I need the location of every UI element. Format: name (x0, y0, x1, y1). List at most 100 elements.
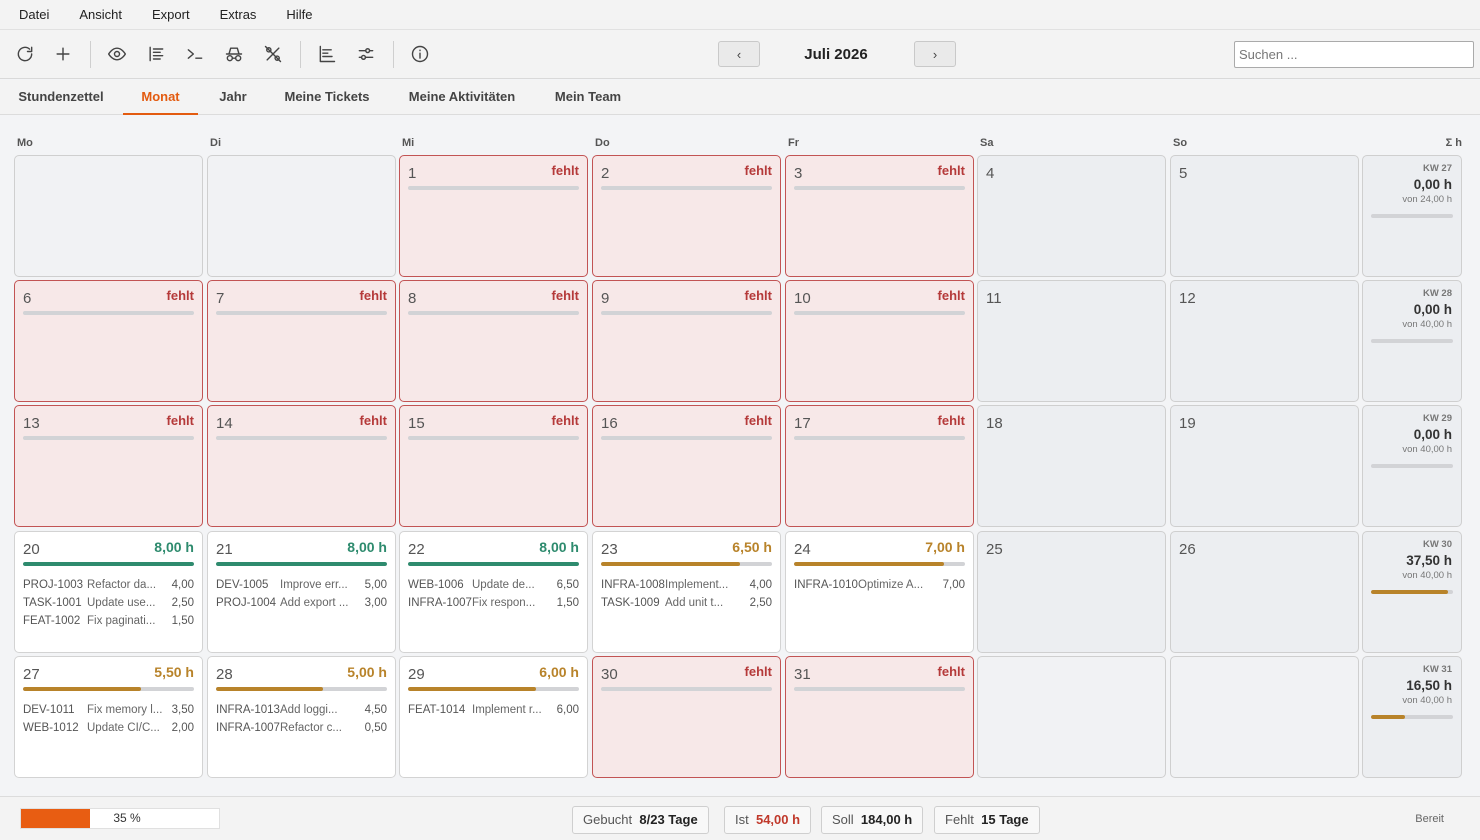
month-progress-bar: 35 % (20, 808, 220, 829)
entry-ticket: INFRA-1007 (408, 597, 472, 609)
day-missing-label: fehlt (937, 664, 965, 679)
day-progress-fill (408, 687, 537, 691)
tab-jahr[interactable]: Jahr (217, 80, 249, 115)
week-progress-bar (1371, 464, 1453, 468)
tab-monat[interactable]: Monat (123, 80, 198, 115)
tab-stundenzettel[interactable]: Stundenzettel (18, 80, 104, 115)
incognito-icon[interactable] (222, 42, 246, 66)
day-cell[interactable]: 15 fehlt (399, 405, 588, 527)
day-number: 15 (408, 415, 425, 432)
menu-extras[interactable]: Extras (220, 7, 257, 22)
day-cell[interactable]: 5 (1170, 155, 1359, 277)
gantt-icon[interactable] (315, 42, 339, 66)
next-month-button[interactable]: › (914, 41, 956, 67)
menu-datei[interactable]: Datei (19, 7, 49, 22)
day-missing-label: fehlt (744, 413, 772, 428)
day-entry[interactable]: INFRA-1013 Add loggi... 4,50 (216, 701, 387, 719)
day-entry[interactable]: INFRA-1007 Fix respon... 1,50 (408, 594, 579, 612)
day-cell[interactable]: 11 (977, 280, 1166, 402)
day-entry-list: DEV-1005 Improve err... 5,00 PROJ-1004 Add e… (216, 576, 387, 612)
sliders-icon[interactable] (354, 42, 378, 66)
day-entry[interactable]: INFRA-1008 Implement... 4,00 (601, 576, 772, 594)
plus-icon[interactable] (51, 42, 75, 66)
day-cell[interactable]: 22 8,00 h WEB-1006 Update de... 6,50 INFRA-10… (399, 531, 588, 653)
day-number: 27 (23, 666, 40, 683)
menu-export[interactable]: Export (152, 7, 190, 22)
day-entry[interactable]: INFRA-1007 Refactor c... 0,50 (216, 719, 387, 737)
day-cell[interactable]: 19 (1170, 405, 1359, 527)
day-entry[interactable]: WEB-1006 Update de... 6,50 (408, 576, 579, 594)
day-hours: 8,00 h (539, 539, 579, 555)
day-cell[interactable]: 28 5,00 h INFRA-1013 Add loggi... 4,50 INFRA-… (207, 656, 396, 778)
day-hours: 5,00 h (347, 664, 387, 680)
day-cell[interactable]: 12 (1170, 280, 1359, 402)
day-cell[interactable]: 18 (977, 405, 1166, 527)
list-icon[interactable] (144, 42, 168, 66)
day-cell[interactable]: 13 fehlt (14, 405, 203, 527)
day-cell[interactable]: 25 (977, 531, 1166, 653)
entry-hours: 7,00 (942, 579, 965, 591)
day-cell[interactable]: 23 6,50 h INFRA-1008 Implement... 4,00 TASK-1… (592, 531, 781, 653)
info-icon[interactable] (408, 42, 432, 66)
day-entry[interactable]: DEV-1011 Fix memory l... 3,50 (23, 701, 194, 719)
day-cell[interactable]: 16 fehlt (592, 405, 781, 527)
day-cell[interactable]: 10 fehlt (785, 280, 974, 402)
day-cell[interactable]: 24 7,00 h INFRA-1010 Optimize A... 7,00 (785, 531, 974, 653)
day-cell[interactable]: 31 fehlt (785, 656, 974, 778)
day-missing-label: fehlt (937, 413, 965, 428)
day-cell[interactable]: 7 fehlt (207, 280, 396, 402)
day-cell[interactable]: 4 (977, 155, 1166, 277)
entry-description: Refactor da... (87, 579, 157, 591)
day-number: 3 (794, 165, 803, 182)
day-cell[interactable]: 1 fehlt (399, 155, 588, 277)
entry-ticket: TASK-1001 (23, 597, 82, 609)
week-progress-bar (1371, 339, 1453, 343)
day-cell[interactable]: 30 fehlt (592, 656, 781, 778)
day-number: 21 (216, 541, 233, 558)
entry-hours: 4,50 (364, 704, 387, 716)
tab-meine-aktivitaeten[interactable]: Meine Aktivitäten (404, 80, 520, 115)
week-summary: KW 27 0,00 h von 24,00 h (1362, 155, 1462, 277)
entry-description: Fix respon... (472, 597, 536, 609)
day-entry[interactable]: DEV-1005 Improve err... 5,00 (216, 576, 387, 594)
gebucht-label: Gebucht (583, 812, 633, 827)
day-entry[interactable]: FEAT-1002 Fix paginati... 1,50 (23, 612, 194, 630)
day-number: 31 (794, 666, 811, 683)
percent-icon[interactable] (261, 42, 285, 66)
day-cell[interactable]: 14 fehlt (207, 405, 396, 527)
refresh-icon[interactable] (13, 42, 37, 66)
day-cell[interactable]: 20 8,00 h PROJ-1003 Refactor da... 4,00 TASK-… (14, 531, 203, 653)
menu-ansicht[interactable]: Ansicht (79, 7, 122, 22)
day-entry[interactable]: FEAT-1014 Implement r... 6,00 (408, 701, 579, 719)
eye-icon[interactable] (105, 42, 129, 66)
day-entry[interactable]: PROJ-1003 Refactor da... 4,00 (23, 576, 194, 594)
day-entry[interactable]: TASK-1009 Add unit t... 2,50 (601, 594, 772, 612)
entry-ticket: PROJ-1003 (23, 579, 84, 591)
day-entry[interactable]: WEB-1012 Update CI/C... 2,00 (23, 719, 194, 737)
prev-month-button[interactable]: ‹ (718, 41, 760, 67)
entry-hours: 6,00 (556, 704, 579, 716)
day-progress-bar (601, 436, 772, 440)
tab-mein-team[interactable]: Mein Team (552, 80, 624, 115)
day-entry[interactable]: PROJ-1004 Add export ... 3,00 (216, 594, 387, 612)
day-cell[interactable]: 2 fehlt (592, 155, 781, 277)
entry-ticket: PROJ-1004 (216, 597, 277, 609)
day-cell[interactable]: 9 fehlt (592, 280, 781, 402)
tab-meine-tickets[interactable]: Meine Tickets (282, 80, 372, 115)
search-input[interactable] (1234, 41, 1474, 68)
day-cell[interactable]: 29 6,00 h FEAT-1014 Implement r... 6,00 (399, 656, 588, 778)
day-cell[interactable]: 8 fehlt (399, 280, 588, 402)
day-entry[interactable]: INFRA-1010 Optimize A... 7,00 (794, 576, 965, 594)
day-cell[interactable]: 27 5,50 h DEV-1011 Fix memory l... 3,50 WEB-1… (14, 656, 203, 778)
day-entry[interactable]: TASK-1001 Update use... 2,50 (23, 594, 194, 612)
terminal-icon[interactable] (183, 42, 207, 66)
day-cell[interactable]: 6 fehlt (14, 280, 203, 402)
day-cell[interactable]: 3 fehlt (785, 155, 974, 277)
day-missing-label: fehlt (359, 288, 387, 303)
menu-hilfe[interactable]: Hilfe (286, 7, 312, 22)
soll-chip: Soll 184,00 h (821, 806, 924, 834)
day-cell[interactable]: 21 8,00 h DEV-1005 Improve err... 5,00 PROJ-1… (207, 531, 396, 653)
week-target: von 40,00 h (1402, 570, 1452, 581)
day-cell[interactable]: 26 (1170, 531, 1359, 653)
day-cell[interactable]: 17 fehlt (785, 405, 974, 527)
